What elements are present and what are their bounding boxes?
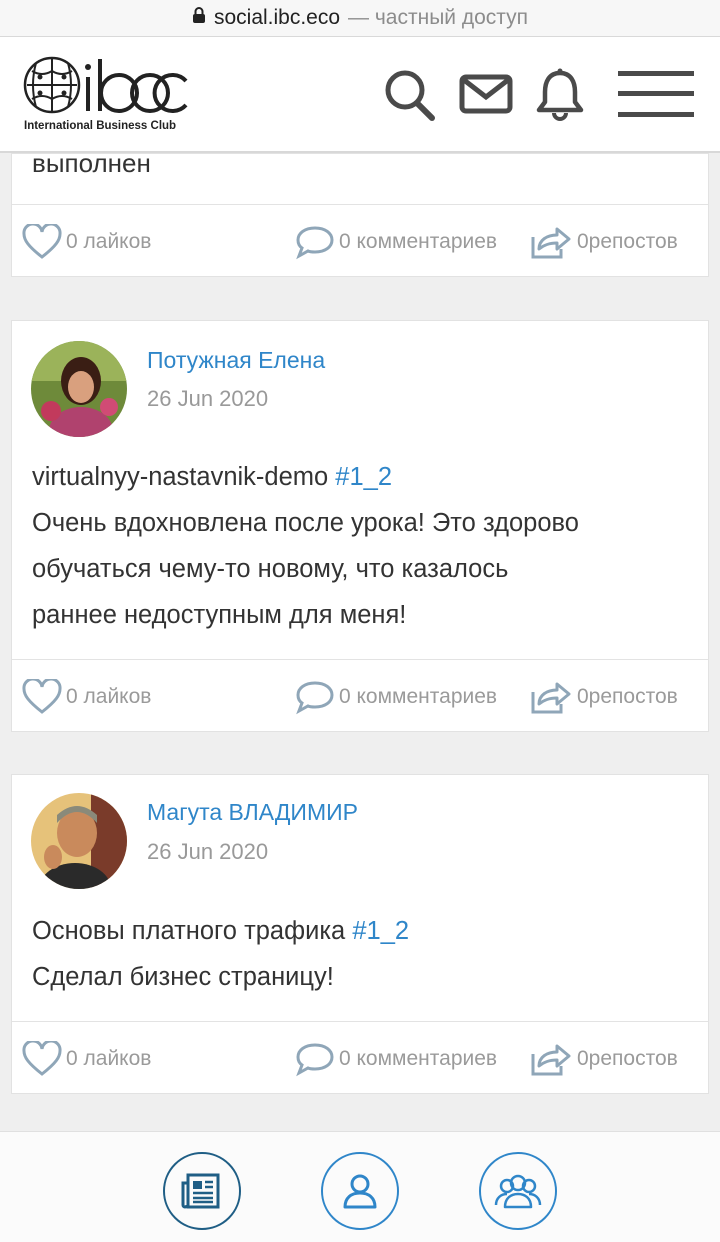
share-icon [531,682,571,714]
post-topic: Основы платного трафика [32,917,353,945]
users-icon [494,1174,542,1209]
url-note: — частный доступ [348,6,529,29]
comment-icon [296,1043,334,1077]
like-button[interactable]: 0 лайков [22,1022,151,1096]
post-topic: virtualnyy-nastavnik-demo [32,463,336,491]
browser-url-bar[interactable]: social.ibc.eco — частный доступ [0,0,720,36]
comment-button[interactable]: 0 комментариев [295,205,497,279]
bell-icon[interactable] [534,65,586,130]
reposts-count: 0репостов [577,685,678,708]
post-body: virtualnyy-nastavnik-demo #1_2 Очень вдо… [32,454,702,638]
avatar[interactable] [31,793,127,889]
heart-icon [22,224,62,259]
post-line: Сделал бизнес страницу! [32,963,334,991]
likes-count: 0 лайков [66,685,152,708]
post-actions: 0 лайков 0 комментариев 0репостов [12,659,708,733]
nav-profile-button[interactable] [321,1152,399,1230]
post-card: Потужная Елена 26 Jun 2020 virtualnyy-na… [11,320,709,732]
post-date: 26 Jun 2020 [147,386,269,411]
repost-button[interactable]: 0репостов [529,1022,678,1096]
like-button[interactable]: 0 лайков [22,205,151,279]
lock-icon [192,6,206,30]
bottom-navigation [0,1131,720,1242]
comment-icon [296,226,334,260]
user-icon [343,1174,377,1209]
site-header: International Business Club [0,36,720,153]
repost-button[interactable]: 0репостов [529,660,678,734]
post-line: обучаться чему-то новому, что казалось [32,555,509,583]
comment-button[interactable]: 0 комментариев [295,660,497,734]
nav-feed-button[interactable] [163,1152,241,1230]
post-text: выполнен [32,148,151,178]
author-name[interactable]: Магута ВЛАДИМИР [147,799,358,826]
comment-button[interactable]: 0 комментариев [295,1022,497,1096]
avatar[interactable] [31,341,127,437]
reposts-count: 0репостов [577,1047,678,1070]
post-actions: 0 лайков 0 комментариев 0репостов [12,204,708,278]
likes-count: 0 лайков [66,1047,152,1070]
like-button[interactable]: 0 лайков [22,660,151,734]
menu-icon[interactable] [616,67,696,128]
mail-icon[interactable] [459,65,515,130]
hashtag-link[interactable]: #1_2 [335,463,392,491]
likes-count: 0 лайков [66,230,152,253]
post-card: Магута ВЛАДИМИР 26 Jun 2020 Основы платн… [11,774,709,1094]
post-date: 26 Jun 2020 [147,839,269,864]
post-card: выполнен 0 лайков 0 комментариев 0репост… [11,148,709,278]
post-body: Основы платного трафика #1_2 Сделал бизн… [32,908,702,1000]
comment-icon [296,681,334,715]
heart-icon [22,1041,62,1076]
url-host: social.ibc.eco [213,6,341,29]
hashtag-link[interactable]: #1_2 [352,917,409,945]
author-name[interactable]: Потужная Елена [147,347,325,374]
post-line: раннее недоступным для меня! [32,601,407,629]
newspaper-icon [181,1173,220,1209]
comments-count: 0 комментариев [339,1047,498,1070]
comments-count: 0 комментариев [339,230,498,253]
comments-count: 0 комментариев [339,685,498,708]
share-icon [531,1044,571,1076]
reposts-count: 0репостов [577,230,678,253]
post-actions: 0 лайков 0 комментариев 0репостов [12,1021,708,1095]
repost-button[interactable]: 0репостов [529,205,678,279]
post-line: Очень вдохновлена после урока! Это здоро… [32,509,579,537]
search-icon[interactable] [382,65,438,130]
nav-groups-button[interactable] [479,1152,557,1230]
heart-icon [22,679,62,714]
logo-tagline: International Business Club [24,120,177,132]
share-icon [531,227,571,259]
